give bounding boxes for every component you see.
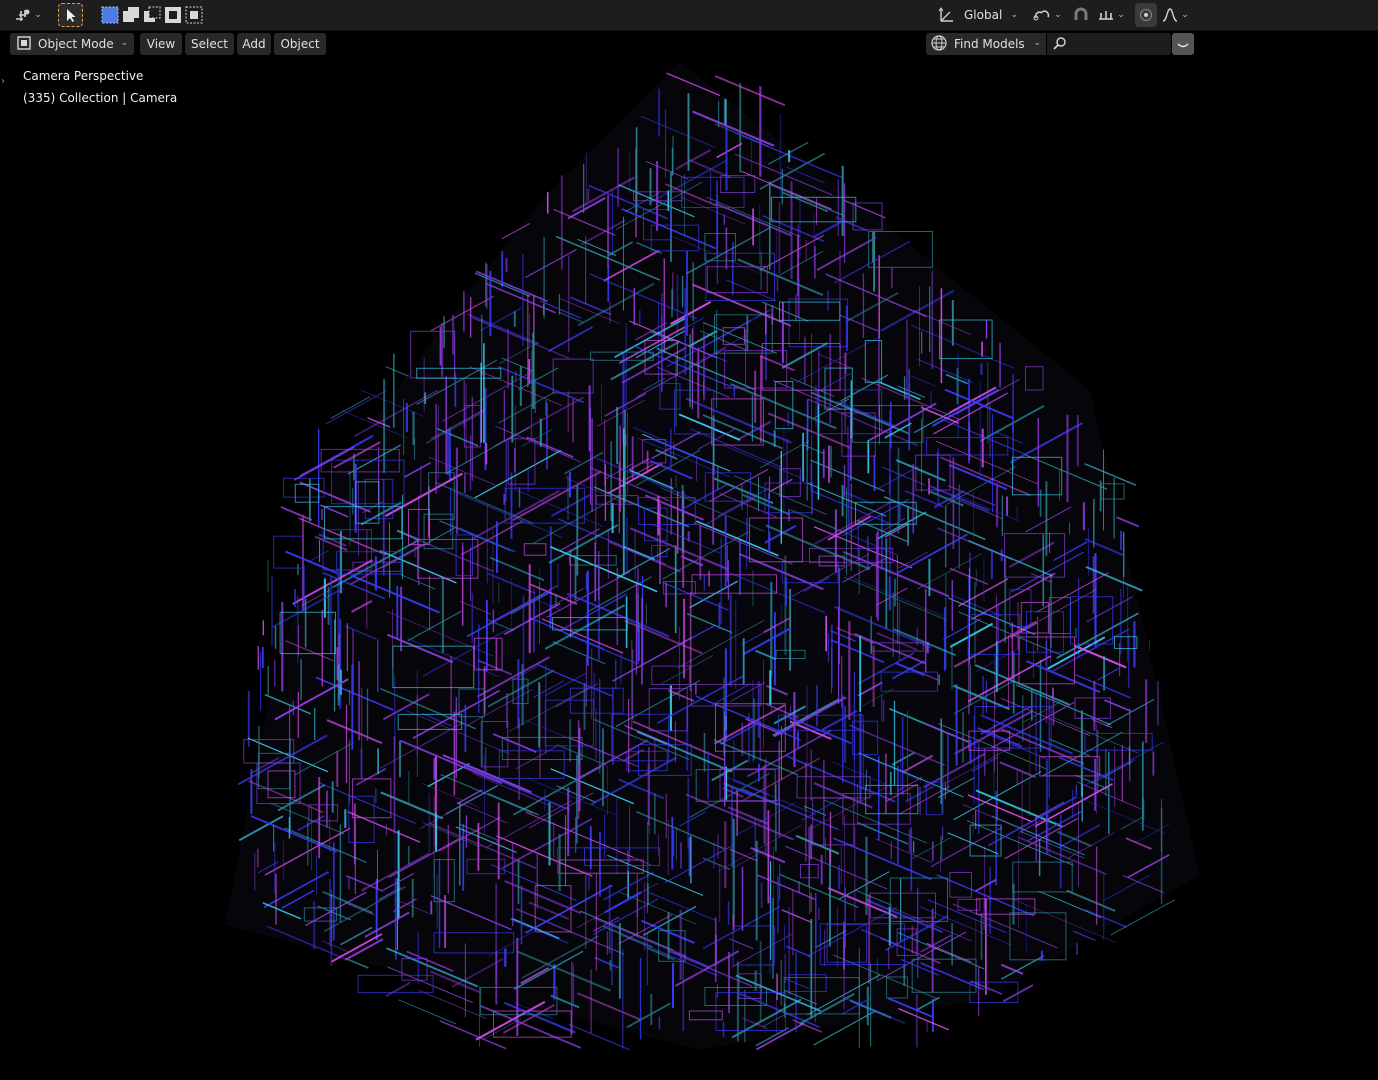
select-box-invert-icon xyxy=(164,6,182,24)
find-models-dropdown[interactable]: Find Models ⌄ xyxy=(926,33,1046,55)
transform-orientation-dropdown[interactable]: Global ⌄ xyxy=(934,3,1022,27)
chevron-down-icon: ⌄ xyxy=(1181,10,1189,20)
menu-view[interactable]: View xyxy=(140,33,182,55)
chevron-down-icon: ⌄ xyxy=(1010,10,1018,20)
select-box-extend-icon xyxy=(122,6,140,24)
chevron-down-icon: ⌄ xyxy=(1054,10,1062,20)
menu-add[interactable]: Add xyxy=(237,33,271,55)
select-box-subtract-button[interactable] xyxy=(142,3,162,27)
select-box-new-button[interactable] xyxy=(100,3,120,27)
viewport-info-camera: Camera Perspective xyxy=(23,69,144,83)
select-box-intersect-button[interactable] xyxy=(184,3,204,27)
camera-frame xyxy=(428,347,970,887)
search-icon xyxy=(1053,35,1067,54)
chevron-down-icon: ⌄ xyxy=(120,38,128,48)
editor-type-button[interactable]: ⌄ xyxy=(12,3,44,27)
select-box-subtract-icon xyxy=(143,6,161,24)
select-box-extend-button[interactable] xyxy=(121,3,141,27)
select-tool-icon xyxy=(64,7,78,23)
object-mode-dropdown[interactable]: Object Mode ⌄ xyxy=(10,33,134,55)
chevron-down-icon xyxy=(1177,35,1189,54)
select-box-intersect-icon xyxy=(185,6,203,24)
proportional-edit-icon xyxy=(1139,8,1153,22)
chevron-down-icon: ⌄ xyxy=(1033,38,1041,48)
select-box-new-icon xyxy=(101,6,119,24)
search-field[interactable] xyxy=(1047,33,1171,55)
snap-toggle[interactable] xyxy=(1070,3,1092,27)
globe-icon xyxy=(930,34,948,55)
mode-label: Object Mode xyxy=(38,37,114,51)
object-mode-icon xyxy=(16,35,32,54)
find-models-label: Find Models xyxy=(954,37,1025,51)
orientation-icon xyxy=(938,6,956,24)
editor-type-icon xyxy=(14,7,32,23)
select-tool-button[interactable] xyxy=(58,3,83,27)
falloff-curve-icon xyxy=(1161,7,1179,23)
viewport-3d-scene[interactable] xyxy=(0,58,1378,1080)
pivot-icon xyxy=(1032,7,1052,23)
snap-increment-icon xyxy=(1097,7,1115,23)
proportional-falloff-dropdown[interactable]: ⌄ xyxy=(1159,3,1191,27)
sidebar-expand-icon[interactable]: › xyxy=(1,76,5,87)
search-input[interactable] xyxy=(1071,36,1171,52)
snap-target-dropdown[interactable]: ⌄ xyxy=(1094,3,1128,27)
proportional-edit-toggle[interactable] xyxy=(1135,3,1157,27)
orientation-label: Global xyxy=(964,8,1003,22)
snap-magnet-icon xyxy=(1072,6,1090,24)
viewport-header: Object Mode ⌄ View Select Add Object Fin… xyxy=(0,30,1378,58)
viewport-info-collection: (335) Collection | Camera xyxy=(23,91,178,105)
blender-window: ⌄ Global ⌄ ⌄ ⌄ ⌄ Object Mode ⌄ View Sele… xyxy=(0,0,1378,1080)
chevron-down-icon: ⌄ xyxy=(1117,10,1125,20)
pivot-point-dropdown[interactable]: ⌄ xyxy=(1030,3,1064,27)
tool-header: ⌄ Global ⌄ ⌄ ⌄ ⌄ xyxy=(0,0,1378,31)
menu-select[interactable]: Select xyxy=(185,33,234,55)
menu-object[interactable]: Object xyxy=(274,33,326,55)
chevron-down-icon: ⌄ xyxy=(34,10,42,20)
search-options-button[interactable] xyxy=(1172,33,1194,55)
select-box-invert-button[interactable] xyxy=(163,3,183,27)
